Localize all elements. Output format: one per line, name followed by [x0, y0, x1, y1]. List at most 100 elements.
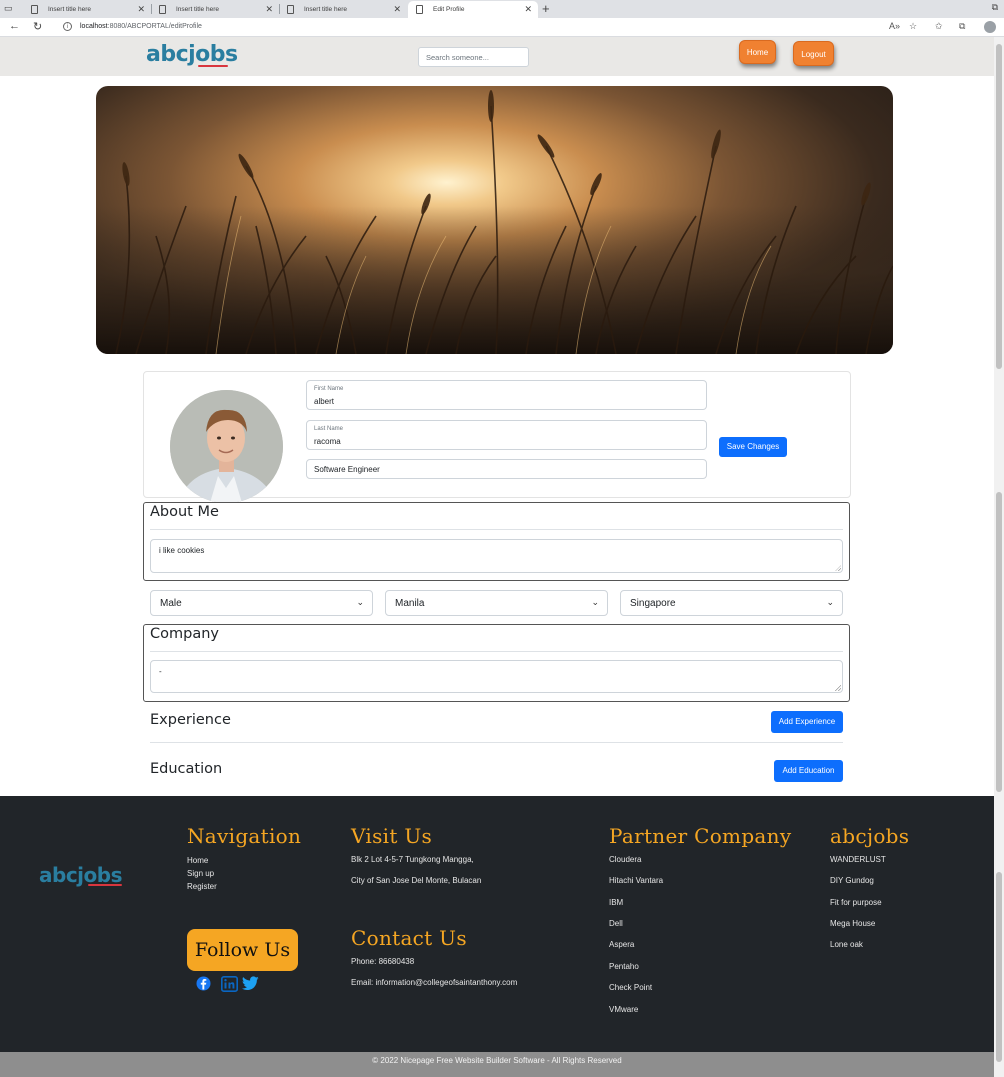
- tab-title: Insert title here: [48, 6, 91, 13]
- last-name-value: racoma: [314, 437, 341, 446]
- about-me-text: i like cookies: [159, 546, 205, 555]
- browser-tab-bar: ▭ Insert title here ✕ Insert title here …: [0, 0, 1004, 18]
- search-input[interactable]: Search someone...: [418, 47, 529, 67]
- close-icon[interactable]: ✕: [524, 4, 532, 15]
- gender-select[interactable]: Male ⌄: [150, 590, 373, 616]
- avatar-photo: [170, 390, 283, 503]
- divider: [150, 742, 843, 743]
- header-logo[interactable]: abcjobs: [146, 42, 238, 67]
- page-icon: [31, 5, 38, 14]
- grass-silhouette-art: [96, 90, 893, 354]
- new-tab-button[interactable]: +: [542, 1, 550, 16]
- scrollbar-thumb-segment: [996, 492, 1002, 792]
- page-icon: [159, 5, 166, 14]
- partner-item[interactable]: VMware: [609, 1005, 638, 1014]
- job-title-value: Software Engineer: [314, 465, 380, 474]
- city-select-value: Manila: [395, 598, 425, 609]
- favorites-icon[interactable]: ✩: [935, 21, 943, 32]
- scrollbar-thumb[interactable]: [996, 44, 1002, 369]
- partner-item[interactable]: Hitachi Vantara: [609, 876, 663, 885]
- footer-link-register[interactable]: Register: [187, 882, 217, 891]
- footer-link-home[interactable]: Home: [187, 856, 208, 865]
- about-me-textarea[interactable]: i like cookies: [150, 539, 843, 573]
- brand-item[interactable]: Fit for purpose: [830, 898, 882, 907]
- company-heading: Company: [150, 626, 219, 642]
- last-name-field[interactable]: Last Name racoma: [306, 420, 707, 450]
- page-icon: [287, 5, 294, 14]
- close-icon[interactable]: ✕: [393, 4, 401, 15]
- navigation-heading: Navigation: [187, 824, 302, 848]
- contact-phone: Phone: 86680438: [351, 957, 415, 966]
- follow-us-badge: Follow Us: [187, 929, 298, 971]
- linkedin-icon[interactable]: [221, 976, 238, 992]
- address-line-1: Blk 2 Lot 4-5-7 Tungkong Mangga,: [351, 855, 474, 864]
- brand-item[interactable]: Lone oak: [830, 940, 863, 949]
- partner-item[interactable]: IBM: [609, 898, 623, 907]
- browser-tab-active[interactable]: Edit Profile ✕: [408, 1, 538, 18]
- collections-icon[interactable]: ⧉: [959, 21, 965, 32]
- close-icon[interactable]: ✕: [137, 4, 145, 15]
- logout-button[interactable]: Logout: [793, 41, 834, 66]
- url-field[interactable]: localhost:8080/ABCPORTAL/editProfile: [80, 23, 202, 30]
- address-bar: ← ↻ i localhost:8080/ABCPORTAL/editProfi…: [0, 18, 1004, 37]
- job-title-field[interactable]: Software Engineer: [306, 459, 707, 479]
- url-path: :8080/ABCPORTAL/editProfile: [107, 23, 202, 30]
- window-restore-icon[interactable]: ⧉: [992, 2, 998, 13]
- brand-item[interactable]: DIY Gundog: [830, 876, 874, 885]
- brand-item[interactable]: Mega House: [830, 919, 875, 928]
- first-name-label: First Name: [314, 386, 344, 392]
- home-button[interactable]: Home: [739, 40, 776, 64]
- last-name-label: Last Name: [314, 426, 344, 432]
- city-select[interactable]: Manila ⌄: [385, 590, 608, 616]
- browser-tab-3[interactable]: Insert title here ✕: [279, 1, 407, 18]
- reload-icon[interactable]: ↻: [33, 20, 42, 33]
- contact-email[interactable]: Email: information@collegeofsaintanthony…: [351, 978, 517, 987]
- brand-item[interactable]: WANDERLUST: [830, 855, 886, 864]
- contact-us-heading: Contact Us: [351, 926, 467, 950]
- tab-title: Insert title here: [176, 6, 219, 13]
- visit-us-heading: Visit Us: [351, 824, 433, 848]
- copyright-bar: © 2022 Nicepage Free Website Builder Sof…: [0, 1052, 994, 1077]
- close-icon[interactable]: ✕: [265, 4, 273, 15]
- first-name-field[interactable]: First Name albert: [306, 380, 707, 410]
- first-name-value: albert: [314, 397, 335, 406]
- address-line-2: City of San Jose Del Monte, Bulacan: [351, 876, 482, 885]
- logo-underline: [88, 884, 122, 886]
- browser-tab-2[interactable]: Insert title here ✕: [151, 1, 279, 18]
- copyright-text: © 2022 Nicepage Free Website Builder Sof…: [372, 1056, 622, 1065]
- twitter-icon[interactable]: [242, 976, 259, 991]
- resize-handle-icon[interactable]: [835, 685, 841, 691]
- add-experience-button[interactable]: Add Experience: [771, 711, 843, 733]
- favorite-add-icon[interactable]: ☆: [909, 21, 917, 32]
- save-changes-button[interactable]: Save Changes: [719, 437, 787, 457]
- facebook-icon[interactable]: [196, 976, 211, 991]
- partner-item[interactable]: Pentaho: [609, 962, 639, 971]
- tab-title: Edit Profile: [433, 6, 465, 13]
- scrollbar-thumb-segment: [996, 872, 1002, 1062]
- profile-avatar[interactable]: [170, 390, 283, 503]
- resize-handle-icon[interactable]: [835, 565, 841, 571]
- footer-link-signup[interactable]: Sign up: [187, 869, 214, 878]
- country-select[interactable]: Singapore ⌄: [620, 590, 843, 616]
- partner-item[interactable]: Cloudera: [609, 855, 641, 864]
- partner-item[interactable]: Check Point: [609, 983, 652, 992]
- country-select-value: Singapore: [630, 598, 676, 609]
- profile-icon[interactable]: [984, 21, 996, 33]
- partner-company-heading: Partner Company: [609, 824, 792, 848]
- tab-title: Insert title here: [304, 6, 347, 13]
- brand-heading: abcjobs: [830, 824, 910, 848]
- read-aloud-icon[interactable]: A»: [889, 21, 900, 31]
- browser-tab-1[interactable]: Insert title here ✕: [23, 1, 151, 18]
- tab-actions-icon[interactable]: ▭: [4, 3, 16, 15]
- about-me-heading: About Me: [150, 504, 219, 520]
- add-education-button[interactable]: Add Education: [774, 760, 843, 782]
- partner-item[interactable]: Aspera: [609, 940, 634, 949]
- back-arrow-icon[interactable]: ←: [9, 20, 20, 32]
- url-host: localhost: [80, 23, 108, 30]
- company-text: -: [159, 667, 162, 676]
- company-textarea[interactable]: -: [150, 660, 843, 693]
- info-icon[interactable]: i: [63, 22, 72, 31]
- experience-heading: Experience: [150, 712, 231, 728]
- chevron-down-icon: ⌄: [356, 597, 364, 607]
- partner-item[interactable]: Dell: [609, 919, 623, 928]
